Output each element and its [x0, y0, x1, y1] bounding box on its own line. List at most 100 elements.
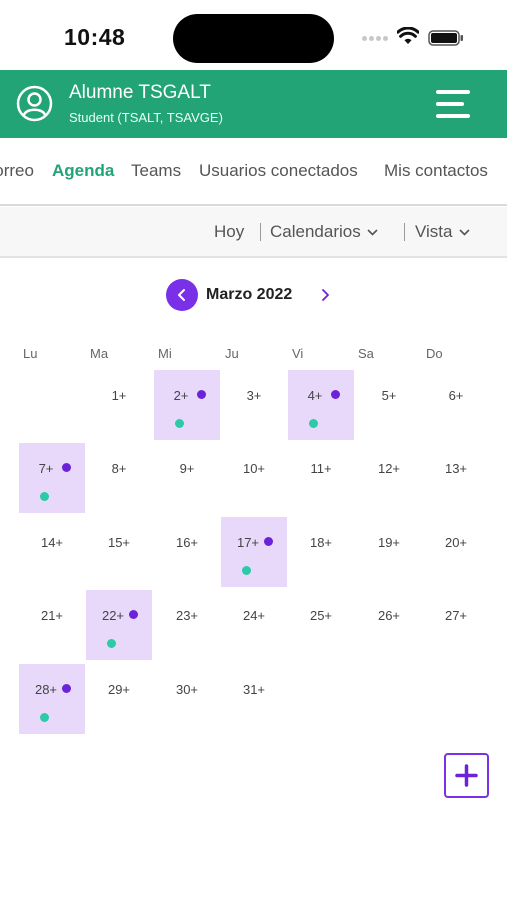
day-label: 23+ — [175, 608, 199, 623]
toolbar-divider — [404, 223, 405, 241]
weekday-label: Ma — [90, 346, 109, 361]
day-label: 5+ — [381, 388, 397, 403]
chevron-down-icon — [367, 229, 378, 236]
event-dot — [331, 390, 340, 399]
day-label: 27+ — [444, 608, 468, 623]
calendar-day[interactable]: 13+ — [423, 443, 489, 513]
calendar-day[interactable]: 26+ — [356, 590, 422, 660]
event-dot — [309, 419, 318, 428]
tab-teams[interactable]: Teams — [131, 161, 181, 181]
weekday-label: Do — [426, 346, 443, 361]
calendar-day[interactable]: 6+ — [423, 370, 489, 440]
calendar-toolbar: Hoy Calendarios Vista — [0, 207, 507, 258]
day-label: 25+ — [309, 608, 333, 623]
event-dot — [129, 610, 138, 619]
calendar-day[interactable]: 18+ — [288, 517, 354, 587]
day-label: 21+ — [40, 608, 64, 623]
plus-icon — [455, 764, 478, 787]
tab-usuarios-conectados[interactable]: Usuarios conectados — [199, 161, 358, 181]
day-label: 1+ — [111, 388, 127, 403]
calendar-day[interactable]: 31+ — [221, 664, 287, 734]
event-dot — [40, 492, 49, 501]
day-label: 16+ — [175, 535, 199, 550]
cellular-signal-icon — [362, 36, 390, 42]
weekday-label: Lu — [23, 346, 38, 361]
calendar-day[interactable]: 8+ — [86, 443, 152, 513]
calendar-day[interactable]: 24+ — [221, 590, 287, 660]
tab-correo[interactable]: Correo — [0, 161, 34, 181]
calendar-day[interactable]: 20+ — [423, 517, 489, 587]
calendars-dropdown[interactable]: Calendarios — [270, 222, 378, 242]
toolbar-divider — [260, 223, 261, 241]
day-label: 8+ — [111, 461, 127, 476]
app-header: Alumne TSGALT Student (TSALT, TSAVGE) — [0, 70, 507, 138]
calendar-day[interactable]: 21+ — [19, 590, 85, 660]
day-label: 6+ — [448, 388, 464, 403]
dynamic-island — [173, 14, 334, 63]
calendar-day[interactable]: 16+ — [154, 517, 220, 587]
calendar-day[interactable]: 27+ — [423, 590, 489, 660]
calendar-day[interactable]: 14+ — [19, 517, 85, 587]
day-label: 26+ — [377, 608, 401, 623]
today-button[interactable]: Hoy — [214, 222, 244, 242]
event-dot — [62, 463, 71, 472]
view-label: Vista — [415, 222, 453, 241]
chevron-left-icon — [178, 289, 185, 301]
day-label: 19+ — [377, 535, 401, 550]
status-time: 10:48 — [64, 24, 126, 50]
calendar-day-with-event[interactable]: 4+ — [288, 370, 354, 440]
event-dot — [242, 566, 251, 575]
calendar-day[interactable]: 5+ — [356, 370, 422, 440]
event-dot — [264, 537, 273, 546]
add-event-button[interactable] — [444, 753, 489, 798]
calendar-day[interactable]: 3+ — [221, 370, 287, 440]
chevron-down-icon — [458, 229, 470, 236]
calendar-day-with-event[interactable]: 7+ — [19, 443, 85, 513]
event-dot — [107, 639, 116, 648]
day-label: 20+ — [444, 535, 468, 550]
calendar-day-with-event[interactable]: 22+ — [86, 590, 152, 660]
day-label: 29+ — [107, 682, 131, 697]
calendar-day[interactable]: 29+ — [86, 664, 152, 734]
user-name: Alumne TSGALT — [69, 82, 211, 103]
calendar-day[interactable]: 25+ — [288, 590, 354, 660]
status-bar: 10:48 — [0, 0, 507, 70]
weekday-label: Sa — [358, 346, 374, 361]
day-label: 12+ — [377, 461, 401, 476]
day-label: 13+ — [444, 461, 468, 476]
calendar-day-with-event[interactable]: 17+ — [221, 517, 287, 587]
day-label: 10+ — [242, 461, 266, 476]
day-label: 31+ — [242, 682, 266, 697]
day-label: 30+ — [175, 682, 199, 697]
day-label: 11+ — [310, 461, 332, 476]
hamburger-menu-icon[interactable] — [432, 89, 472, 123]
weekday-label: Vi — [292, 346, 304, 361]
day-label: 18+ — [309, 535, 333, 550]
calendar-day[interactable]: 1+ — [86, 370, 152, 440]
day-label: 9+ — [179, 461, 195, 476]
event-dot — [197, 390, 206, 399]
previous-month-button[interactable] — [166, 279, 198, 311]
view-dropdown[interactable]: Vista — [415, 222, 470, 242]
day-label: 14+ — [40, 535, 64, 550]
calendar-day[interactable]: 19+ — [356, 517, 422, 587]
calendar-day[interactable]: 10+ — [221, 443, 287, 513]
tab-agenda[interactable]: Agenda — [52, 161, 114, 181]
month-title: Marzo 2022 — [206, 286, 293, 303]
calendar-day-with-event[interactable]: 2+ — [154, 370, 220, 440]
calendar-day-with-event[interactable]: 28+ — [19, 664, 85, 734]
event-dot — [62, 684, 71, 693]
next-month-button[interactable] — [316, 286, 334, 304]
calendar-day[interactable]: 11+ — [288, 443, 354, 513]
calendar-day[interactable]: 9+ — [154, 443, 220, 513]
calendar-day[interactable]: 30+ — [154, 664, 220, 734]
calendar-day[interactable]: 23+ — [154, 590, 220, 660]
nav-tabs: Correo Agenda Teams Usuarios conectados … — [0, 138, 507, 206]
calendars-label: Calendarios — [270, 222, 361, 241]
calendar-day[interactable]: 15+ — [86, 517, 152, 587]
user-circle-icon[interactable] — [16, 85, 53, 122]
calendar-day[interactable]: 12+ — [356, 443, 422, 513]
tab-mis-contactos[interactable]: Mis contactos — [384, 161, 488, 181]
event-dot — [40, 713, 49, 722]
weekday-label: Mi — [158, 346, 172, 361]
